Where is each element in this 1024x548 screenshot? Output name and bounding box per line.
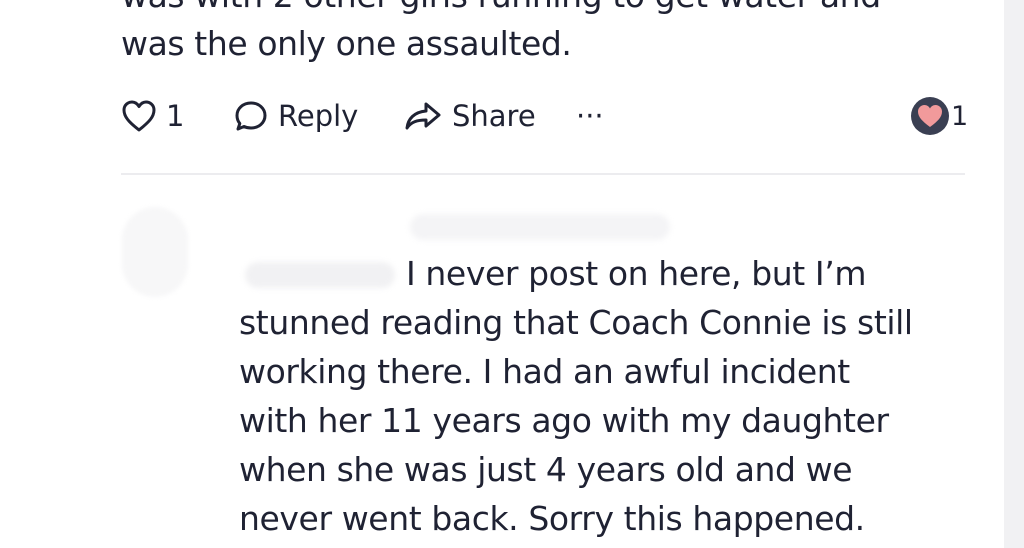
scrollbar[interactable]	[1004, 0, 1024, 548]
like-count: 1	[166, 99, 185, 133]
comment-body: was with 2 other girls running to get wa…	[121, 0, 881, 63]
heart-outline-icon	[121, 99, 157, 133]
reaction-count: 1	[951, 100, 969, 132]
speech-bubble-icon	[234, 99, 268, 133]
heart-reaction-icon	[911, 97, 949, 135]
share-label: Share	[452, 99, 536, 133]
reply-label: Reply	[278, 99, 359, 133]
reply-button[interactable]: Reply	[234, 93, 358, 139]
share-button[interactable]: Share	[404, 93, 536, 139]
reaction-summary[interactable]: 1	[911, 93, 968, 139]
comment-action-bar: 1 Reply Share ··· 1	[121, 93, 971, 139]
avatar[interactable]	[122, 207, 188, 297]
share-arrow-icon	[404, 100, 442, 132]
redacted-username	[410, 214, 670, 240]
comment-thread-view: was with 2 other girls running to get wa…	[0, 0, 1024, 548]
reply-comment-first-line: I never post on here, but I’m	[406, 254, 867, 293]
more-options-label: ···	[576, 99, 604, 133]
more-options-button[interactable]: ···	[576, 93, 604, 139]
like-button[interactable]: 1	[121, 93, 184, 139]
comment-divider	[121, 173, 965, 175]
reply-comment-body: stunned reading that Coach Connie is sti…	[239, 303, 913, 538]
redacted-text	[245, 262, 395, 288]
